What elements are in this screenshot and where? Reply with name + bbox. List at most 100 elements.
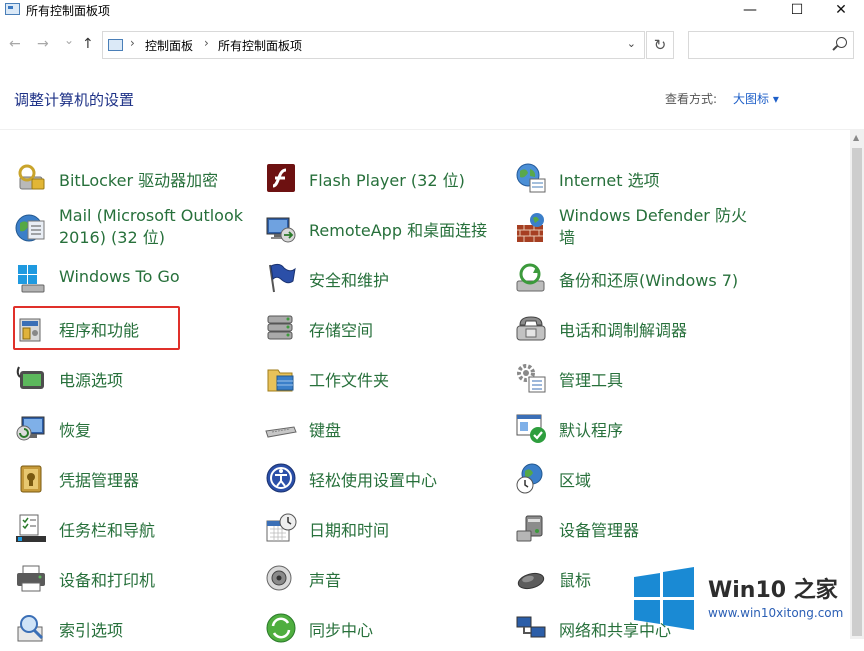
item-date-time[interactable]: 日期和时间 [264, 505, 504, 551]
item-sound[interactable]: 声音 [264, 555, 504, 601]
indexing-icon [14, 611, 48, 645]
close-button[interactable]: ✕ [818, 0, 864, 20]
item-label: 电源选项 [59, 371, 124, 390]
watermark-title: Win10 之家 [708, 578, 838, 603]
item-admin-tools[interactable]: 管理工具 [514, 355, 754, 401]
storage-icon [264, 311, 298, 345]
breadcrumb-separator[interactable]: › [204, 36, 209, 50]
item-ease-of-access[interactable]: 轻松使用设置中心 [264, 455, 504, 501]
firewall-icon [514, 211, 548, 245]
item-security-maintenance[interactable]: 安全和维护 [264, 255, 504, 301]
device-manager-icon [514, 511, 548, 545]
backup-icon [514, 261, 548, 295]
windows-logo-icon [634, 567, 694, 630]
address-bar[interactable]: › 控制面板 › 所有控制面板项 ⌄ [102, 31, 645, 59]
item-label: 同步中心 [309, 621, 374, 640]
keyboard-icon [264, 411, 298, 445]
taskbar-icon [14, 511, 48, 545]
item-label: 设备管理器 [559, 521, 640, 540]
item-label: 恢复 [59, 421, 92, 440]
item-keyboard[interactable]: 键盘 [264, 405, 504, 451]
item-firewall[interactable]: Windows Defender 防火墙 [514, 205, 754, 251]
item-work-folders[interactable]: 工作文件夹 [264, 355, 504, 401]
item-label: 凭据管理器 [59, 471, 140, 490]
item-label: 日期和时间 [309, 521, 390, 540]
item-credential-manager[interactable]: 凭据管理器 [14, 455, 254, 501]
highlight-box [13, 306, 180, 350]
sound-icon [264, 561, 298, 595]
breadcrumb-control-panel[interactable]: 控制面板 [145, 37, 193, 54]
item-label: 声音 [309, 571, 342, 590]
item-default-programs[interactable]: 默认程序 [514, 405, 754, 451]
item-internet-options[interactable]: Internet 选项 [514, 155, 754, 201]
item-label: 索引选项 [59, 621, 124, 640]
item-recovery[interactable]: 恢复 [14, 405, 254, 451]
item-label: 键盘 [309, 421, 342, 440]
region-icon [514, 461, 548, 495]
item-storage-spaces[interactable]: 存储空间 [264, 305, 504, 351]
item-label: 默认程序 [559, 421, 624, 440]
admin-tools-icon [514, 361, 548, 395]
scroll-up-arrow-icon[interactable]: ▲ [853, 133, 859, 142]
item-label: Internet 选项 [559, 171, 660, 190]
item-windows-to-go[interactable]: Windows To Go [14, 255, 254, 301]
item-label: 安全和维护 [309, 271, 390, 290]
security-flag-icon [264, 261, 298, 295]
work-folders-icon [264, 361, 298, 395]
bitlocker-icon [14, 161, 48, 195]
minimize-button[interactable]: — [727, 0, 773, 20]
item-taskbar-navigation[interactable]: 任务栏和导航 [14, 505, 254, 551]
maximize-button[interactable]: ☐ [774, 0, 820, 20]
item-device-manager[interactable]: 设备管理器 [514, 505, 754, 551]
search-input[interactable] [688, 31, 854, 59]
item-label: 任务栏和导航 [59, 521, 156, 540]
search-icon[interactable] [836, 37, 847, 48]
mail-icon [14, 211, 48, 245]
refresh-button[interactable]: ↻ [646, 31, 674, 59]
item-label: 管理工具 [559, 371, 624, 390]
item-indexing-options[interactable]: 索引选项 [14, 605, 254, 651]
item-sync-center[interactable]: 同步中心 [264, 605, 504, 651]
power-icon [14, 361, 48, 395]
back-button[interactable]: ← [9, 36, 21, 52]
recent-locations-button[interactable]: ⌄ [64, 33, 74, 47]
sync-icon [264, 611, 298, 645]
up-button[interactable]: ↑ [82, 36, 94, 52]
item-phone-modem[interactable]: 电话和调制解调器 [514, 305, 754, 351]
flash-player-icon [264, 161, 298, 195]
item-flash-player[interactable]: Flash Player (32 位) [264, 155, 504, 201]
breadcrumb-all-items[interactable]: 所有控制面板项 [218, 37, 302, 54]
item-remoteapp[interactable]: RemoteApp 和桌面连接 [264, 205, 504, 251]
control-panel-icon [5, 3, 20, 15]
title-bar: 所有控制面板项 — ☐ ✕ [0, 0, 864, 22]
item-region[interactable]: 区域 [514, 455, 754, 501]
ease-of-access-icon [264, 461, 298, 495]
watermark: Win10 之家 www.win10xitong.com [632, 562, 864, 639]
item-backup-restore[interactable]: 备份和还原(Windows 7) [514, 255, 754, 301]
item-label: 鼠标 [559, 571, 592, 590]
breadcrumb-separator[interactable]: › [130, 36, 135, 50]
item-label: 存储空间 [309, 321, 374, 340]
page-title: 调整计算机的设置 [14, 91, 135, 109]
forward-button[interactable]: → [37, 36, 49, 52]
mouse-icon [514, 561, 548, 595]
item-mail[interactable]: Mail (Microsoft Outlook 2016) (32 位) [14, 205, 254, 251]
item-label: 工作文件夹 [309, 371, 390, 390]
item-power-options[interactable]: 电源选项 [14, 355, 254, 401]
item-bitlocker[interactable]: BitLocker 驱动器加密 [14, 155, 254, 201]
window-title: 所有控制面板项 [26, 4, 111, 18]
item-label: RemoteApp 和桌面连接 [309, 221, 488, 240]
address-dropdown-button[interactable]: ⌄ [627, 37, 636, 50]
item-label: 区域 [559, 471, 592, 490]
item-label: 备份和还原(Windows 7) [559, 271, 739, 290]
default-programs-icon [514, 411, 548, 445]
item-label: BitLocker 驱动器加密 [59, 171, 219, 190]
view-mode-dropdown[interactable]: 大图标 ▾ [733, 90, 779, 107]
navigation-bar: ← → ⌄ ↑ › 控制面板 › 所有控制面板项 ⌄ ↻ [0, 30, 864, 62]
item-label: Windows Defender 防火墙 [559, 206, 747, 247]
item-label: 电话和调制解调器 [559, 321, 688, 340]
remoteapp-icon [264, 211, 298, 245]
recovery-icon [14, 411, 48, 445]
item-label: 设备和打印机 [59, 571, 156, 590]
item-devices-printers[interactable]: 设备和打印机 [14, 555, 254, 601]
